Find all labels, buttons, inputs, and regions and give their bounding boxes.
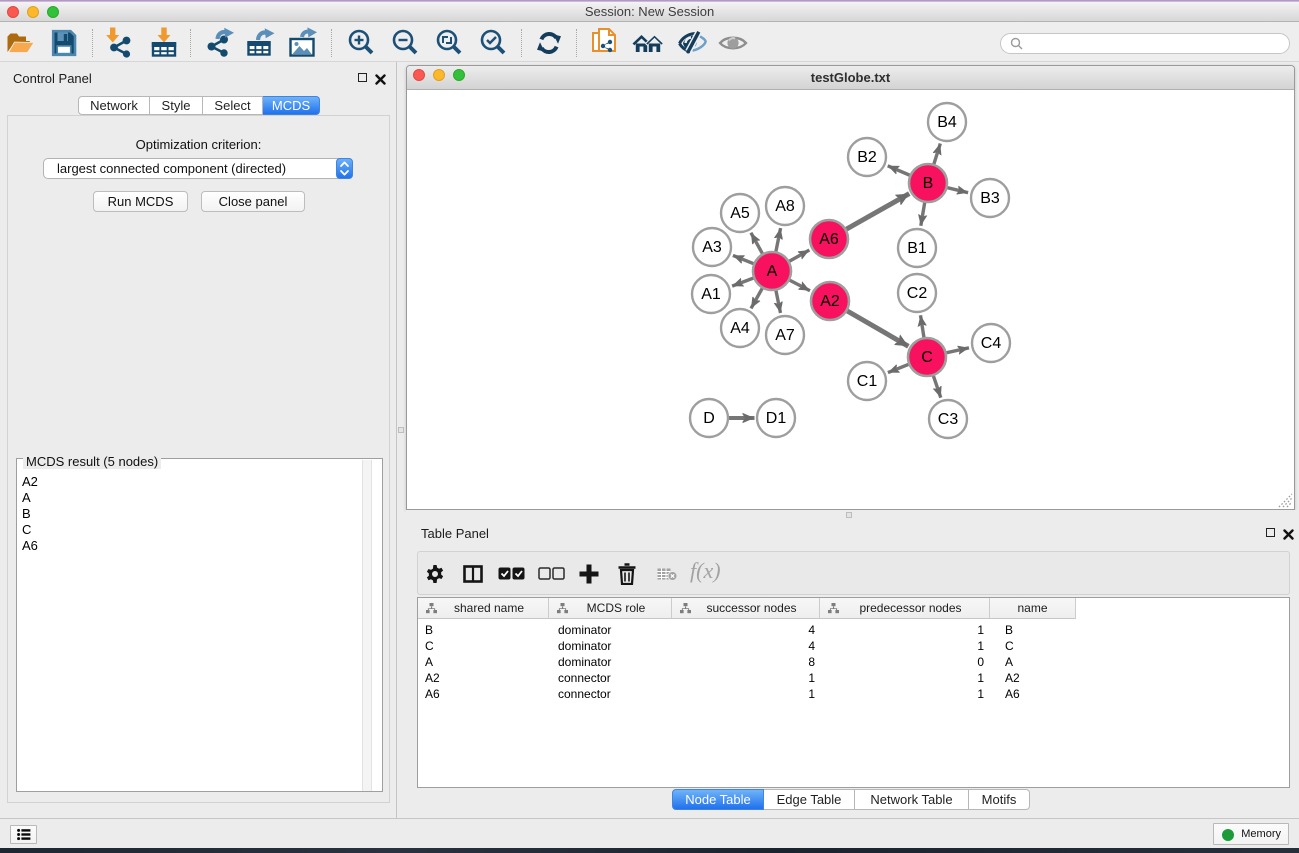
svg-text:C2: C2 (907, 285, 928, 302)
svg-text:B2: B2 (857, 149, 877, 166)
svg-text:A4: A4 (730, 320, 750, 337)
svg-text:A5: A5 (730, 205, 750, 222)
svg-text:A1: A1 (701, 286, 721, 303)
svg-text:A6: A6 (819, 231, 839, 248)
svg-text:D: D (703, 410, 715, 427)
svg-text:B: B (923, 175, 934, 192)
svg-text:D1: D1 (766, 410, 787, 427)
svg-text:C3: C3 (938, 411, 959, 428)
svg-text:A3: A3 (702, 239, 722, 256)
svg-text:A7: A7 (775, 327, 795, 344)
svg-text:C4: C4 (981, 335, 1002, 352)
svg-text:C: C (921, 349, 933, 366)
svg-text:A: A (767, 263, 778, 280)
svg-text:A2: A2 (820, 293, 840, 310)
svg-text:B3: B3 (980, 190, 1000, 207)
svg-text:C1: C1 (857, 373, 878, 390)
svg-text:B4: B4 (937, 114, 957, 131)
svg-text:B1: B1 (907, 240, 927, 257)
svg-text:A8: A8 (775, 198, 795, 215)
